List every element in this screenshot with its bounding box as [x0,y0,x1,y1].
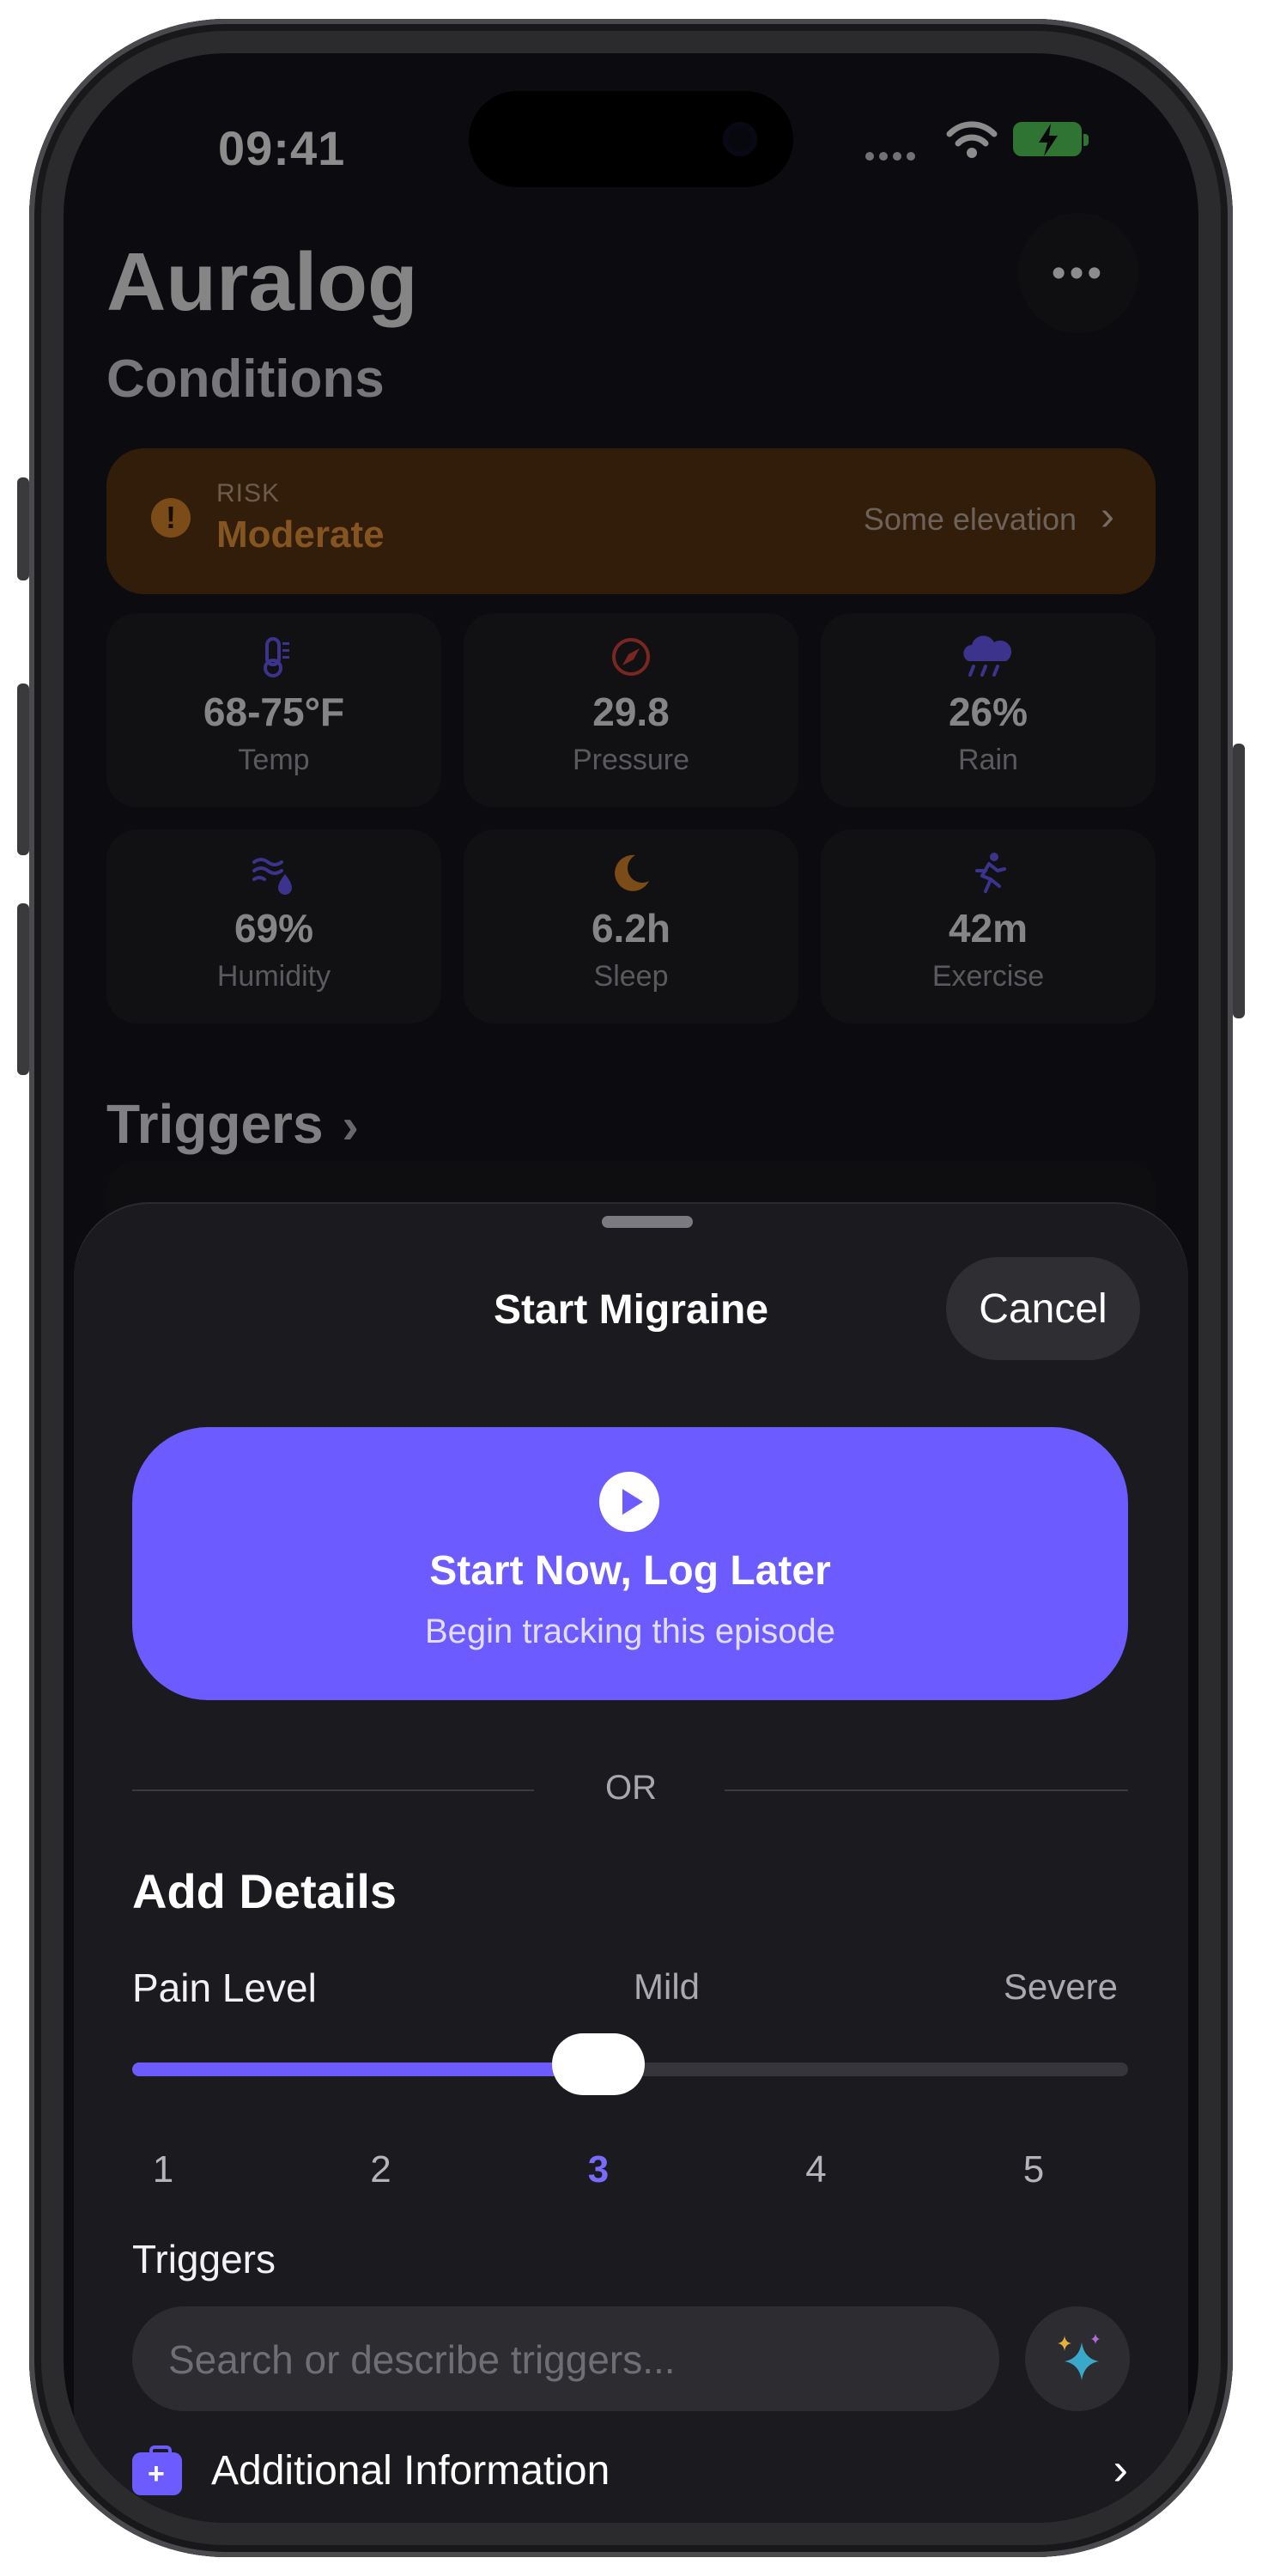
start-now-button[interactable]: Start Now, Log Later Begin tracking this… [132,1427,1128,1700]
sheet-grabber[interactable] [602,1216,693,1228]
thermometer-icon [264,637,289,677]
pain-slider-thumb[interactable] [552,2033,645,2095]
app-title: Auralog [106,236,418,328]
risk-value: Moderate [216,513,385,556]
additional-information-label: Additional Information [211,2448,610,2494]
warning-icon: ! [151,498,191,538]
charging-bolt-icon [1039,124,1058,156]
section-subtitle: Conditions [106,349,385,409]
start-now-title: Start Now, Log Later [429,1548,831,1594]
condition-label: Rain [958,744,1018,776]
condition-tile-rain[interactable]: 26% Rain [821,613,1156,807]
running-icon [975,853,1006,893]
pain-tick-2[interactable]: 2 [347,2148,416,2191]
condition-tile-exercise[interactable]: 42m Exercise [821,829,1156,1024]
power-button [1233,744,1245,1018]
chevron-right-icon: › [1101,494,1114,539]
action-button [17,477,29,580]
ai-suggest-button[interactable] [1025,2306,1130,2411]
risk-note: Some elevation [863,501,1077,537]
status-time: 09:41 [218,121,346,175]
condition-label: Pressure [572,744,690,776]
divider-right [725,1789,1128,1791]
condition-label: Humidity [216,960,331,993]
condition-label: Temp [238,744,310,776]
triggers-title: Triggers [106,1093,324,1155]
pain-level-label: Pain Level [132,1965,317,2010]
pain-tick-3[interactable]: 3 [564,2148,633,2191]
condition-label: Sleep [593,960,669,993]
risk-card[interactable]: ! RISK Moderate Some elevation › [106,448,1156,594]
condition-tile-pressure[interactable]: 29.8 Pressure [464,613,798,807]
signal-dots-icon [865,149,920,165]
compass-icon [612,638,650,676]
wifi-icon [946,121,998,158]
add-details-title: Add Details [132,1864,397,1918]
screen: 09:41 Auralog Conditions ••• ! RISK Mode… [64,53,1198,2523]
more-options-button[interactable]: ••• [1018,213,1138,333]
pain-tick-5[interactable]: 5 [999,2148,1068,2191]
volume-up-button [17,683,29,855]
condition-label: Exercise [931,960,1045,993]
pain-tick-4[interactable]: 4 [782,2148,851,2191]
medical-kit-icon: + [132,2445,182,2495]
battery-icon [1013,122,1089,156]
condition-tile-temp[interactable]: 68-75°F Temp [106,613,441,807]
sparkle-icon [1058,2334,1100,2380]
moon-icon [615,854,649,891]
condition-value: 26% [948,690,1028,734]
start-migraine-sheet: Start Migraine Cancel Start Now, Log Lat… [74,1204,1188,2523]
more-icon: ••• [1051,250,1106,296]
camera-icon [723,122,757,156]
risk-label: RISK [216,479,281,507]
condition-value: 29.8 [592,690,670,734]
trigger-search-field[interactable] [132,2306,999,2413]
triggers-label: Triggers [132,2237,276,2281]
chevron-right-icon: › [1113,2445,1128,2494]
condition-value: 6.2h [591,906,671,951]
volume-down-button [17,903,29,1075]
condition-tile-humidity[interactable]: 69% Humidity [106,829,441,1024]
or-label: OR [605,1769,657,1807]
triggers-header[interactable]: Triggers › [106,1092,359,1156]
pain-tick-1[interactable]: 1 [129,2148,197,2191]
pain-severe-label: Severe [1003,1966,1118,2007]
pain-mild-label: Mild [634,1966,701,2007]
condition-value: 68-75°F [203,690,345,734]
chevron-right-icon: › [342,1098,359,1154]
pain-slider-fill [132,2063,598,2076]
condition-value: 69% [234,906,314,951]
additional-information-row[interactable]: + Additional Information › [132,2440,1128,2509]
humidity-icon [252,858,292,895]
cloud-rain-icon [963,635,1012,677]
play-icon [599,1472,659,1532]
trigger-search-input[interactable] [167,2306,977,2413]
cancel-button[interactable]: Cancel [946,1257,1140,1360]
dynamic-island [469,91,793,187]
condition-value: 42m [948,906,1028,951]
condition-tile-sleep[interactable]: 6.2h Sleep [464,829,798,1024]
start-now-subtitle: Begin tracking this episode [424,1613,836,1650]
pain-level-slider[interactable] [132,2033,1128,2095]
